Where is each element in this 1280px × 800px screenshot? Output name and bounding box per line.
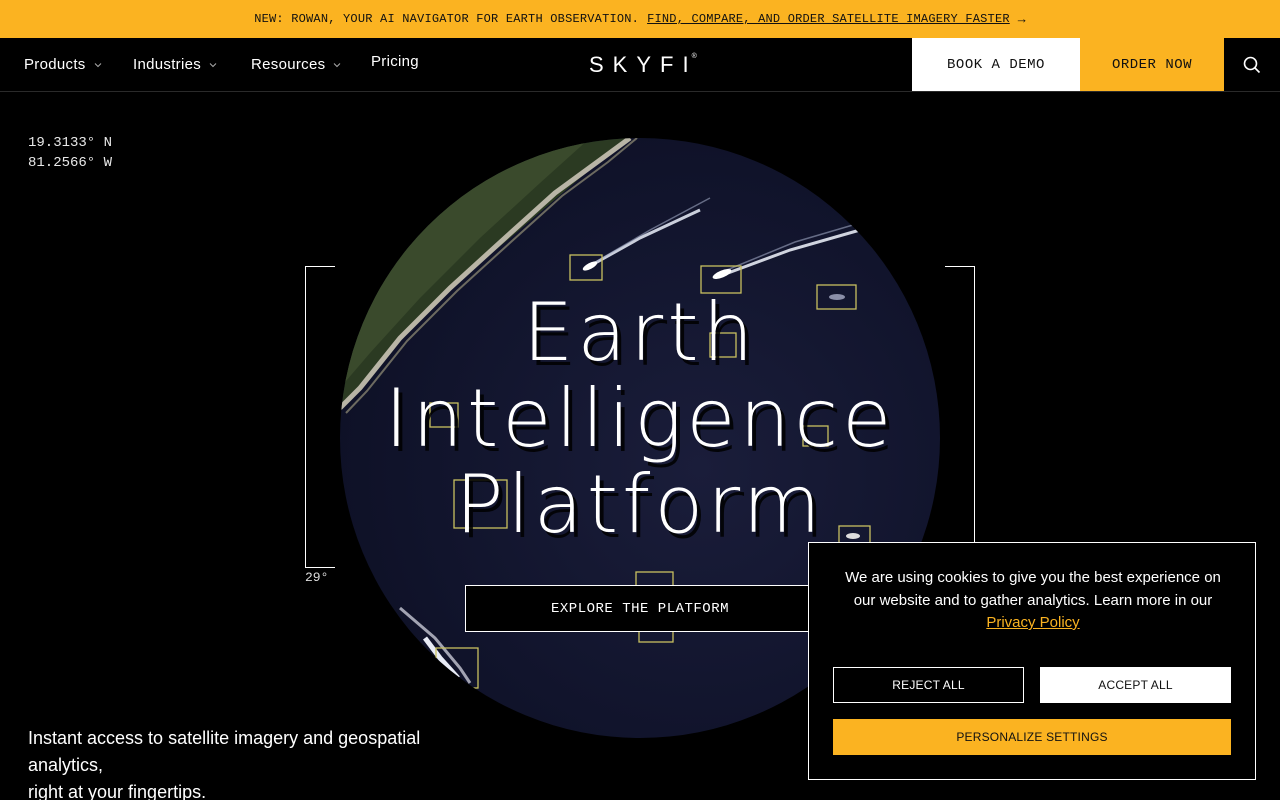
accept-all-button[interactable]: ACCEPT ALL	[1040, 667, 1231, 703]
privacy-policy-link[interactable]: Privacy Policy	[986, 614, 1079, 631]
announcement-text: NEW: ROWAN, YOUR AI NAVIGATOR FOR EARTH …	[254, 12, 640, 26]
nav-pricing[interactable]: Pricing	[371, 35, 419, 88]
hero-title-line-1: Earth	[522, 286, 758, 379]
frame-bracket-right	[945, 266, 975, 568]
arrow-right-icon[interactable]: →	[1018, 12, 1026, 27]
hero-tagline: Instant access to satellite imagery and …	[28, 725, 468, 800]
nav-pricing-label: Pricing	[371, 53, 419, 70]
search-icon	[1243, 56, 1261, 73]
hero-title-line-2: Intelligence	[384, 372, 896, 465]
nav-industries[interactable]: Industries	[133, 38, 218, 91]
hero-title-line-3: Platform	[455, 458, 825, 551]
page: NEW: ROWAN, YOUR AI NAVIGATOR FOR EARTH …	[0, 0, 1280, 800]
cookie-text: We are using cookies to give you the bes…	[845, 569, 1221, 609]
personalize-settings-button[interactable]: PERSONALIZE SETTINGS	[833, 719, 1231, 755]
nav-industries-label: Industries	[133, 56, 202, 73]
longitude: 81.2566° W	[28, 155, 113, 171]
frame-bracket-left	[305, 266, 335, 568]
order-now-button[interactable]: ORDER NOW	[1080, 38, 1224, 91]
coordinates-readout: 19.3133° N 81.2566° W	[28, 133, 112, 173]
nav-resources[interactable]: Resources	[251, 38, 342, 91]
tagline-line-1: Instant access to satellite imagery and …	[28, 728, 421, 775]
logo-text: SKYFI	[589, 51, 698, 77]
cookie-message: We are using cookies to give you the bes…	[833, 567, 1233, 635]
nav-products-label: Products	[24, 56, 86, 73]
search-button[interactable]	[1224, 38, 1280, 91]
logo-registered-mark: ®	[691, 53, 697, 60]
book-demo-button[interactable]: BOOK A DEMO	[912, 38, 1080, 91]
skyfi-logo[interactable]: SKYFI ®	[589, 38, 697, 91]
nav-resources-label: Resources	[251, 56, 326, 73]
tagline-line-2: right at your fingertips.	[28, 782, 207, 800]
chevron-down-icon	[94, 62, 101, 67]
announcement-link[interactable]: FIND, COMPARE, AND ORDER SATELLITE IMAGE…	[647, 12, 1010, 26]
latitude: 19.3133° N	[28, 135, 113, 151]
chevron-down-icon	[209, 62, 217, 67]
chevron-down-icon	[334, 62, 341, 67]
cookie-consent-dialog: We are using cookies to give you the bes…	[808, 542, 1256, 780]
angle-readout: 29°	[305, 570, 329, 585]
nav-products[interactable]: Products	[24, 38, 103, 91]
main-nav: Products Industries Resources Pricing SK…	[0, 38, 1280, 92]
announcement-bar: NEW: ROWAN, YOUR AI NAVIGATOR FOR EARTH …	[0, 0, 1280, 38]
explore-platform-button[interactable]: EXPLORE THE PLATFORM	[465, 585, 815, 632]
hero-title: Earth Intelligence Platform	[340, 290, 940, 548]
reject-all-button[interactable]: REJECT ALL	[833, 667, 1024, 703]
